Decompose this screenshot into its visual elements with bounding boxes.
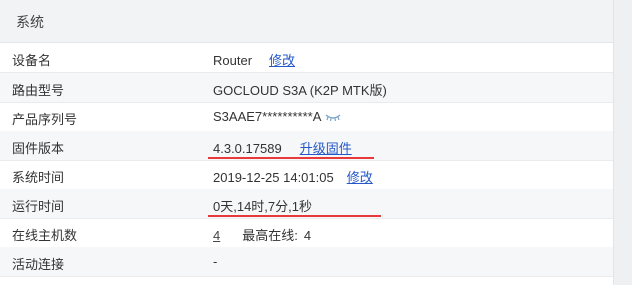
model-value: GOCLOUD S3A (K2P MTK版) bbox=[213, 83, 387, 98]
online-hosts-link[interactable]: 4 bbox=[213, 228, 220, 243]
system-panel: 系统 设备名 Router 修改 路由型号 GOCLOUD S3A (K2P MT… bbox=[0, 0, 614, 285]
active-connections-label: 活动连接 bbox=[12, 257, 65, 272]
model-label: 路由型号 bbox=[12, 83, 65, 98]
firmware-value-group: 4.3.0.17589 升级固件 bbox=[213, 138, 352, 157]
panel-title: 系统 bbox=[16, 14, 44, 30]
system-time-value: 2019-12-25 14:01:05 bbox=[213, 170, 334, 185]
row-online-hosts: 在线主机数 4 最高在线: 4 bbox=[0, 218, 613, 248]
peak-online-value: 4 bbox=[303, 228, 312, 243]
serial-label: 产品序列号 bbox=[12, 112, 78, 127]
uptime-value: 0天,14时,7分,1秒 bbox=[213, 199, 312, 214]
active-connections-value: - bbox=[213, 254, 218, 269]
panel-header: 系统 bbox=[0, 0, 613, 43]
uptime-label: 运行时间 bbox=[12, 199, 65, 214]
edit-system-time-link[interactable]: 修改 bbox=[347, 170, 373, 185]
row-active-connections: 活动连接 - bbox=[0, 247, 613, 277]
row-model: 路由型号 GOCLOUD S3A (K2P MTK版) bbox=[0, 73, 613, 103]
device-name-value: Router bbox=[213, 53, 253, 68]
eye-closed-icon[interactable] bbox=[325, 110, 341, 125]
system-time-value-group: 2019-12-25 14:01:05 修改 bbox=[213, 167, 373, 186]
online-hosts-value-group: 4 最高在线: 4 bbox=[213, 225, 311, 244]
upgrade-firmware-link[interactable]: 升级固件 bbox=[300, 141, 352, 156]
serial-value-group: S3AAE7**********A bbox=[213, 109, 341, 125]
online-hosts-label: 在线主机数 bbox=[12, 228, 78, 243]
device-name-value-group: Router 修改 bbox=[213, 50, 295, 69]
row-system-time: 系统时间 2019-12-25 14:01:05 修改 bbox=[0, 160, 613, 190]
device-name-label: 设备名 bbox=[12, 53, 52, 68]
row-serial: 产品序列号 S3AAE7**********A bbox=[0, 102, 613, 132]
row-device-name: 设备名 Router 修改 bbox=[0, 43, 613, 73]
edit-device-name-link[interactable]: 修改 bbox=[269, 53, 295, 68]
system-time-label: 系统时间 bbox=[12, 170, 65, 185]
peak-online-label: 最高在线: bbox=[242, 228, 298, 243]
serial-value: S3AAE7**********A bbox=[213, 109, 322, 124]
firmware-value: 4.3.0.17589 bbox=[213, 141, 282, 156]
uptime-highlight-underline bbox=[208, 215, 381, 217]
firmware-label: 固件版本 bbox=[12, 141, 65, 156]
firmware-highlight-underline bbox=[208, 157, 374, 159]
